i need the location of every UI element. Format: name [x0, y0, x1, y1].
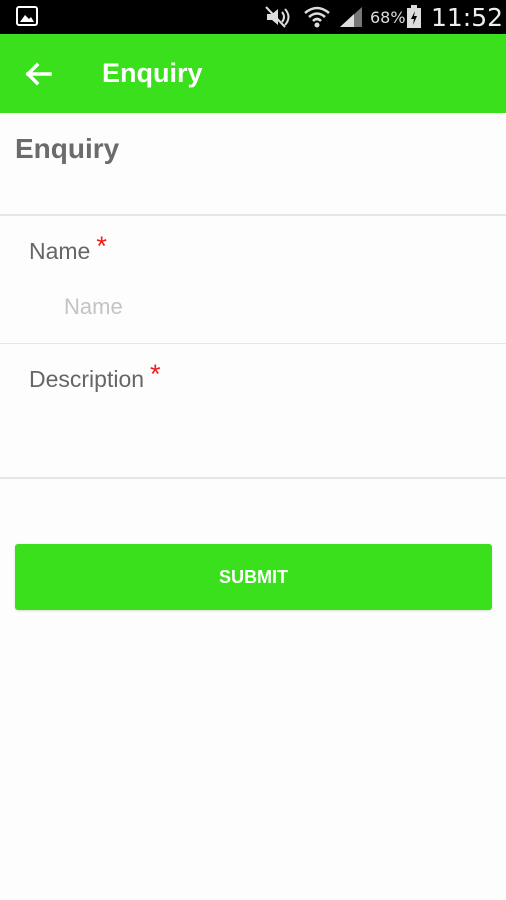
required-asterisk: *	[96, 231, 107, 261]
name-label: Name *	[29, 231, 107, 266]
divider	[0, 343, 506, 344]
app-bar-title: Enquiry	[102, 58, 203, 88]
page-title: Enquiry	[15, 133, 120, 164]
battery-percent: 68%	[370, 8, 406, 27]
signal-icon	[340, 7, 362, 27]
divider	[0, 477, 506, 479]
battery-icon	[407, 5, 421, 28]
description-input[interactable]	[29, 402, 483, 472]
name-input[interactable]	[62, 288, 486, 326]
divider	[0, 214, 506, 216]
gallery-icon	[16, 6, 38, 26]
name-label-text: Name	[29, 238, 91, 264]
status-bar: 68% 11:52	[0, 0, 506, 34]
back-arrow-icon[interactable]	[22, 58, 54, 90]
description-label: Description *	[29, 359, 161, 394]
app-bar: Enquiry	[0, 34, 506, 113]
description-label-text: Description	[29, 366, 145, 392]
submit-button[interactable]: SUBMIT	[15, 544, 492, 610]
required-asterisk: *	[150, 359, 161, 389]
mute-icon	[265, 6, 290, 28]
wifi-icon	[304, 6, 330, 28]
clock: 11:52	[431, 3, 504, 32]
